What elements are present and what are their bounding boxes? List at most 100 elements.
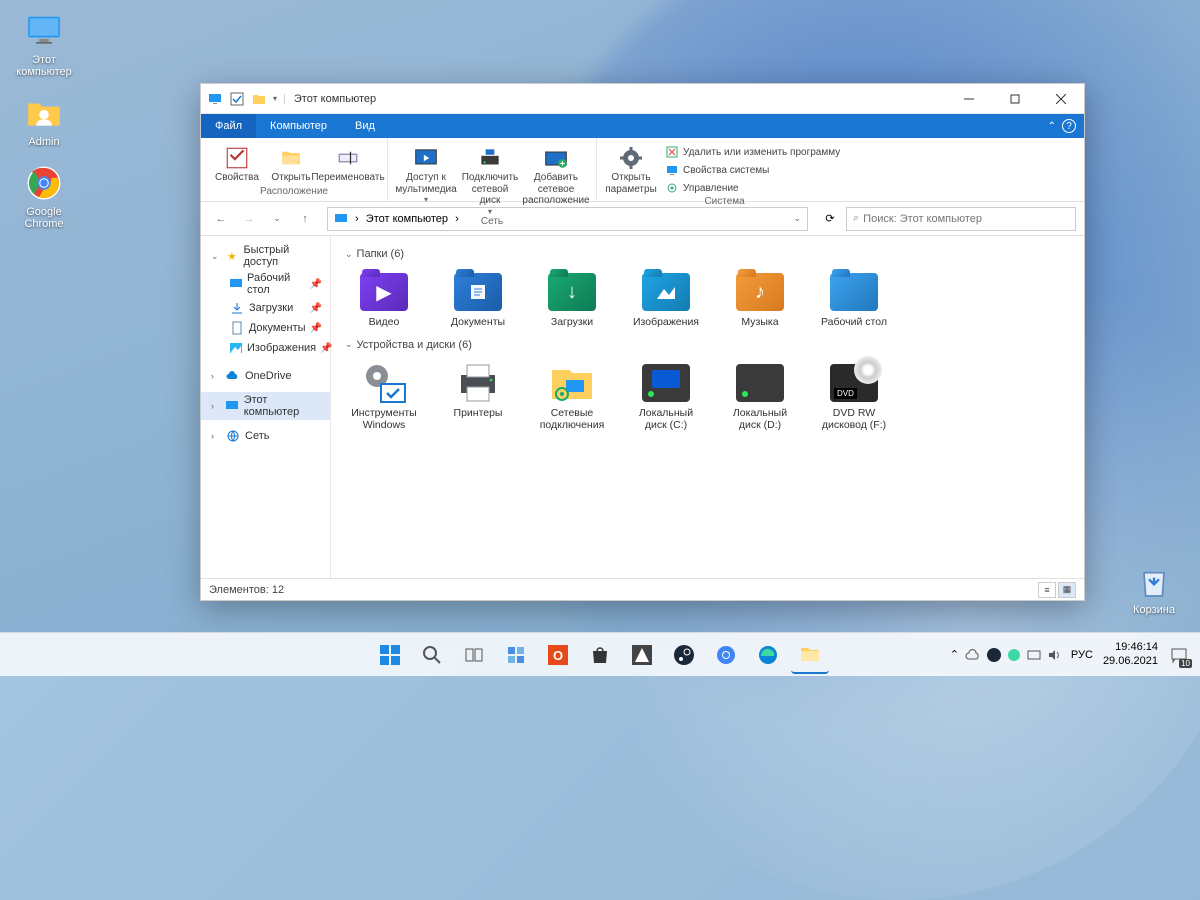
gear-icon bbox=[617, 144, 645, 172]
tray-cloud-icon[interactable] bbox=[965, 649, 981, 661]
tray-edge-icon[interactable] bbox=[1007, 648, 1021, 662]
ribbon-add-network[interactable]: Добавить сетевое расположение bbox=[524, 144, 588, 207]
sidebar-onedrive[interactable]: ›OneDrive bbox=[201, 366, 330, 386]
tab-file[interactable]: Файл bbox=[201, 114, 256, 138]
nav-back-button[interactable]: ← bbox=[209, 207, 233, 231]
network-drive-icon bbox=[476, 144, 504, 172]
taskbar-clock[interactable]: 19:46:14 29.06.2021 bbox=[1103, 641, 1158, 667]
store-button[interactable] bbox=[581, 636, 619, 674]
search-box[interactable]: ⌕ bbox=[846, 207, 1076, 231]
section-drives-header[interactable]: ⌄Устройства и диски (6) bbox=[341, 333, 1074, 357]
nav-forward-button[interactable]: → bbox=[237, 207, 261, 231]
music-folder-icon: ♪ bbox=[732, 270, 788, 314]
ribbon-uninstall[interactable]: Удалить или изменить программу bbox=[661, 144, 844, 160]
desktop-icon-label: Корзина bbox=[1133, 604, 1175, 616]
tray-steam-icon[interactable] bbox=[987, 648, 1001, 662]
item-network-conn[interactable]: Сетевые подключения bbox=[529, 357, 615, 436]
folder-desktop[interactable]: Рабочий стол bbox=[811, 266, 897, 333]
search-icon: ⌕ bbox=[853, 212, 859, 225]
collapse-ribbon-icon[interactable]: ⌃ bbox=[1048, 121, 1056, 132]
nav-history-dropdown[interactable]: ⌄ bbox=[265, 207, 289, 231]
network-conn-icon bbox=[544, 361, 600, 405]
folder-pictures[interactable]: Изображения bbox=[623, 266, 709, 333]
folder-videos[interactable]: ▶Видео bbox=[341, 266, 427, 333]
sidebar-item-documents[interactable]: Документы📌 bbox=[201, 318, 330, 338]
checkbox-icon[interactable] bbox=[229, 91, 245, 107]
tray-lang[interactable]: РУС bbox=[1071, 649, 1093, 661]
folder-music[interactable]: ♪Музыка bbox=[717, 266, 803, 333]
start-button[interactable] bbox=[371, 636, 409, 674]
ribbon-media[interactable]: Доступ к мультимедиа▾ bbox=[396, 144, 456, 204]
downloads-icon bbox=[229, 300, 245, 316]
ribbon-manage[interactable]: Управление bbox=[661, 180, 844, 196]
desktop-icon-chrome[interactable]: Google Chrome bbox=[8, 162, 80, 230]
tab-computer[interactable]: Компьютер bbox=[256, 114, 341, 138]
sidebar-item-pictures[interactable]: Изображения📌 bbox=[201, 338, 330, 358]
sidebar-item-desktop[interactable]: Рабочий стол📌 bbox=[201, 270, 330, 298]
sidebar-quick-access[interactable]: ⌄★Быстрый доступ bbox=[201, 242, 330, 270]
pictures-icon bbox=[229, 340, 243, 356]
ribbon: Свойства Открыть Переименовать Расположе… bbox=[201, 138, 1084, 202]
item-dvd-f[interactable]: DVD RW дисковод (F:) bbox=[811, 357, 897, 436]
office-button[interactable]: O bbox=[539, 636, 577, 674]
ribbon-sys-props[interactable]: Свойства системы bbox=[661, 162, 844, 178]
desktop-folder-icon bbox=[826, 270, 882, 314]
maximize-button[interactable] bbox=[992, 84, 1038, 114]
chrome-taskbar[interactable] bbox=[707, 636, 745, 674]
ribbon-properties[interactable]: Свойства bbox=[209, 144, 265, 184]
tools-icon bbox=[356, 361, 412, 405]
tab-view[interactable]: Вид bbox=[341, 114, 389, 138]
sidebar-network[interactable]: ›Сеть bbox=[201, 426, 330, 446]
item-printers[interactable]: Принтеры bbox=[435, 357, 521, 436]
sidebar: ⌄★Быстрый доступ Рабочий стол📌 Загрузки📌… bbox=[201, 236, 331, 578]
refresh-button[interactable]: ⟳ bbox=[818, 207, 842, 231]
sidebar-thispc[interactable]: ›Этот компьютер bbox=[201, 392, 330, 420]
folder-small-icon bbox=[251, 91, 267, 107]
taskbar: O ⌃ РУС 19:46:14 29.06.2021 10 bbox=[0, 632, 1200, 676]
steam-button[interactable] bbox=[665, 636, 703, 674]
folder-documents[interactable]: Документы bbox=[435, 266, 521, 333]
ribbon-open-params[interactable]: Открыть параметры bbox=[605, 144, 657, 195]
explorer-taskbar[interactable] bbox=[791, 636, 829, 674]
search-input[interactable] bbox=[863, 213, 1069, 225]
uninstall-icon bbox=[665, 145, 679, 159]
address-bar[interactable]: › Этот компьютер › ⌄ bbox=[327, 207, 808, 231]
edge-button[interactable] bbox=[749, 636, 787, 674]
desktop-icon-thispc[interactable]: Этот компьютер bbox=[8, 10, 80, 78]
tray-chevron-icon[interactable]: ⌃ bbox=[950, 648, 959, 661]
item-drive-c[interactable]: Локальный диск (C:) bbox=[623, 357, 709, 436]
view-tiles-button[interactable]: ▦ bbox=[1058, 582, 1076, 598]
item-windows-tools[interactable]: Инструменты Windows bbox=[341, 357, 427, 436]
desktop-icon-recycle[interactable]: Корзина bbox=[1118, 560, 1190, 616]
minimize-button[interactable] bbox=[946, 84, 992, 114]
titlebar[interactable]: ▾ | Этот компьютер bbox=[201, 84, 1084, 114]
chevron-down-icon[interactable]: ⌄ bbox=[793, 213, 801, 224]
manage-icon bbox=[665, 181, 679, 195]
qat-dropdown-icon[interactable]: ▾ bbox=[273, 94, 277, 103]
desktop-icon-label: Admin bbox=[28, 136, 59, 148]
section-folders-header[interactable]: ⌄Папки (6) bbox=[341, 242, 1074, 266]
ribbon-rename[interactable]: Переименовать bbox=[317, 144, 379, 184]
rename-icon bbox=[334, 144, 362, 172]
nav-up-button[interactable]: ↑ bbox=[293, 207, 317, 231]
desktop-icon-label: Этот компьютер bbox=[8, 54, 80, 78]
desktop-icon-admin[interactable]: Admin bbox=[8, 92, 80, 148]
aida-button[interactable] bbox=[623, 636, 661, 674]
tray-network-icon[interactable] bbox=[1027, 648, 1041, 662]
sidebar-item-downloads[interactable]: Загрузки📌 bbox=[201, 298, 330, 318]
search-button[interactable] bbox=[413, 636, 451, 674]
monitor-small-icon bbox=[334, 212, 348, 226]
close-button[interactable] bbox=[1038, 84, 1084, 114]
tray-volume-icon[interactable] bbox=[1047, 648, 1061, 662]
notification-button[interactable]: 10 bbox=[1168, 644, 1190, 666]
item-drive-d[interactable]: Локальный диск (D:) bbox=[717, 357, 803, 436]
taskview-button[interactable] bbox=[455, 636, 493, 674]
ribbon-tabs: Файл Компьютер Вид ⌃ ? bbox=[201, 114, 1084, 138]
view-details-button[interactable]: ≡ bbox=[1038, 582, 1056, 598]
help-icon[interactable]: ? bbox=[1062, 119, 1076, 133]
ribbon-open[interactable]: Открыть bbox=[269, 144, 313, 184]
videos-folder-icon: ▶ bbox=[356, 270, 412, 314]
pin-icon: 📌 bbox=[310, 279, 322, 290]
widgets-button[interactable] bbox=[497, 636, 535, 674]
folder-downloads[interactable]: ↓Загрузки bbox=[529, 266, 615, 333]
